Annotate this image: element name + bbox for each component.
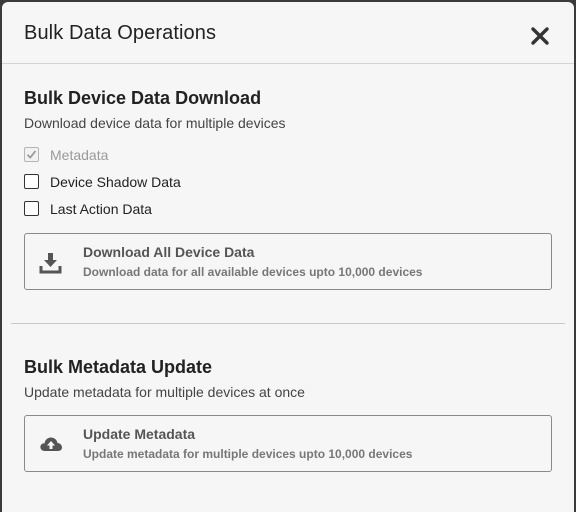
bulk-data-operations-modal: Bulk Data Operations Bulk Device Data Do… — [2, 2, 574, 512]
download-action-title: Download All Device Data — [83, 244, 255, 260]
checkmark-icon — [26, 150, 37, 159]
metadata-section-title: Bulk Metadata Update — [24, 357, 213, 377]
section-divider — [11, 323, 565, 324]
option-metadata: Metadata — [24, 141, 552, 168]
option-label-last-action-data: Last Action Data — [50, 200, 152, 217]
update-metadata-description: Update metadata for multiple devices upt… — [83, 447, 413, 461]
metadata-checkbox — [24, 147, 39, 162]
download-action-description: Download data for all available devices … — [83, 265, 423, 279]
download-all-device-data-button[interactable]: Download All Device Data Download data f… — [24, 233, 552, 290]
close-button[interactable] — [530, 26, 550, 46]
option-device-shadow-data[interactable]: Device Shadow Data — [24, 168, 552, 195]
option-label-metadata: Metadata — [50, 146, 109, 163]
option-last-action-data[interactable]: Last Action Data — [24, 195, 552, 222]
device-shadow-data-checkbox[interactable] — [24, 174, 39, 189]
update-metadata-button[interactable]: Update Metadata Update metadata for mult… — [24, 415, 552, 472]
download-section: Bulk Device Data Download Download devic… — [24, 88, 552, 131]
modal-title: Bulk Data Operations — [24, 22, 217, 44]
modal-header: Bulk Data Operations — [2, 2, 574, 64]
metadata-section-subtitle: Update metadata for multiple devices at … — [24, 384, 305, 400]
last-action-data-checkbox[interactable] — [24, 201, 39, 216]
metadata-section: Bulk Metadata Update Update metadata for… — [24, 357, 552, 400]
download-options: Metadata Device Shadow Data Last Action … — [24, 141, 552, 222]
download-section-subtitle: Download device data for multiple device… — [24, 115, 286, 131]
close-icon — [531, 27, 549, 45]
download-section-title: Bulk Device Data Download — [24, 88, 262, 108]
download-icon — [39, 252, 63, 274]
option-label-device-shadow-data: Device Shadow Data — [50, 173, 181, 190]
cloud-upload-icon — [39, 434, 63, 456]
update-metadata-title: Update Metadata — [83, 426, 196, 442]
